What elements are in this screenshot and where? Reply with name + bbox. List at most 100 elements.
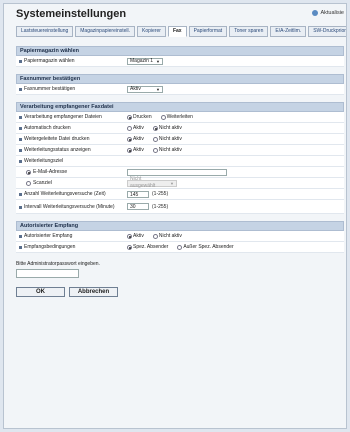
bullet-icon <box>19 115 22 119</box>
row-label: Weiterleitungsziel <box>24 158 64 164</box>
radio-active[interactable]: Aktiv <box>127 125 144 131</box>
radio-button[interactable] <box>152 125 158 131</box>
button-bar: OK Abbrechen <box>16 287 344 297</box>
row-label: Empfangsbedingungen <box>24 244 76 250</box>
bullet-icon <box>19 245 22 249</box>
tab-bw-priority[interactable]: SW-Druckpriorität <box>308 26 346 37</box>
row-authorized: Autorisierter Empfang Aktiv Nicht aktiv <box>16 231 344 242</box>
radio-button[interactable] <box>127 233 132 239</box>
radio-except-specified[interactable]: Außer Spez. Absender <box>177 244 234 250</box>
tab-toner-saving[interactable]: Toner sparen <box>229 26 269 37</box>
tab-copier[interactable]: Kopierer <box>137 26 166 37</box>
update-label: Aktualisie <box>320 10 344 16</box>
bullet-icon <box>19 148 22 152</box>
fax-confirm-select[interactable]: Aktiv ▼ <box>127 85 163 93</box>
range-hint: (1-255) <box>152 191 169 197</box>
tab-load-control[interactable]: Laststeuereinstellung <box>16 26 74 37</box>
bullet-icon <box>19 159 22 163</box>
radio-print[interactable]: Drucken <box>127 114 152 120</box>
chevron-down-icon: ▼ <box>156 58 160 64</box>
radio-email[interactable] <box>26 169 31 175</box>
retry-count-input[interactable]: 145 <box>127 190 149 198</box>
retry-interval-input[interactable]: 30 <box>127 203 149 210</box>
tab-paper-size[interactable]: Papierformat <box>188 26 228 37</box>
row-forward-status: Weiterleitungsstatus anzeigen Aktiv Nich… <box>16 145 344 156</box>
chevron-down-icon: ▼ <box>156 86 160 92</box>
bullet-icon <box>19 234 22 238</box>
scan-target-select[interactable]: Nicht ausgewählt ▼ <box>127 176 177 189</box>
radio-active[interactable]: Aktiv <box>127 136 144 142</box>
page-title: Systemeinstellungen <box>16 8 127 20</box>
row-processing: Verarbeitung empfangener Dateien Drucken… <box>16 112 344 123</box>
radio-button[interactable] <box>152 147 158 153</box>
tab-fax[interactable]: Fax <box>167 26 187 37</box>
radio-button[interactable] <box>127 125 132 131</box>
row-scan-target: Scanziel Nicht ausgewählt ▼ <box>16 176 344 189</box>
radio-button[interactable] <box>160 114 166 120</box>
row-paper-tray: Papiermagazin wählen Magazin 1 ▼ <box>16 56 344 67</box>
radio-button[interactable] <box>152 136 158 142</box>
bullet-icon <box>19 87 22 91</box>
cancel-button[interactable]: Abbrechen <box>69 287 118 297</box>
tab-bar: Laststeuereinstellung Magazinpapiereinst… <box>16 26 346 37</box>
radio-button[interactable] <box>127 114 132 120</box>
settings-content: Papiermagazin wählen Papiermagazin wähle… <box>16 39 344 297</box>
radio-active[interactable]: Aktiv <box>127 233 144 239</box>
row-retry-interval: Intervall Weiterleitungsversuche (Minute… <box>16 200 344 214</box>
row-retry-count: Anzahl Weiterleitungsversuche (Zeit) 145… <box>16 189 344 200</box>
row-label: Faxnummer bestätigen <box>24 86 76 92</box>
radio-button[interactable] <box>127 244 132 250</box>
radio-active[interactable]: Aktiv <box>127 147 144 153</box>
section-fax-confirm: Faxnummer bestätigen Faxnummer bestätige… <box>16 74 344 95</box>
row-conditions: Empfangsbedingungen Spez. Absender Außer… <box>16 242 344 253</box>
row-label: Weiterleitungsstatus anzeigen <box>24 147 91 153</box>
radio-button[interactable] <box>127 147 132 153</box>
bullet-icon <box>19 126 22 130</box>
radio-inactive[interactable]: Nicht aktiv <box>152 125 182 131</box>
section-heading: Papiermagazin wählen <box>16 46 344 56</box>
section-authorized-reception: Autorisierter Empfang Autorisierter Empf… <box>16 221 344 253</box>
section-paper-tray: Papiermagazin wählen Papiermagazin wähle… <box>16 46 344 67</box>
row-label: Scanziel <box>33 180 52 186</box>
settings-window: Systemeinstellungen Aktualisie Laststeue… <box>3 3 347 429</box>
row-auto-print: Automatisch drucken Aktiv Nicht aktiv <box>16 123 344 134</box>
radio-forward[interactable]: Weiterleiten <box>160 114 193 120</box>
bullet-icon <box>19 59 22 63</box>
refresh-icon <box>312 10 319 16</box>
row-forward-target: Weiterleitungsziel <box>16 156 344 167</box>
radio-button[interactable] <box>177 244 183 250</box>
row-label: Autorisierter Empfang <box>24 233 73 239</box>
tab-tray-paper[interactable]: Magazinpapiereinstell. <box>75 26 136 37</box>
bullet-icon <box>19 205 22 209</box>
paper-tray-select[interactable]: Magazin 1 ▼ <box>127 57 163 65</box>
section-heading: Autorisierter Empfang <box>16 221 344 231</box>
range-hint: (1-255) <box>152 203 169 210</box>
bullet-icon <box>19 137 22 141</box>
radio-specified-sender[interactable]: Spez. Absender <box>127 244 168 250</box>
row-label: Papiermagazin wählen <box>24 58 75 64</box>
row-label: Anzahl Weiterleitungsversuche (Zeit) <box>24 191 106 197</box>
section-heading: Faxnummer bestätigen <box>16 74 344 84</box>
update-link[interactable]: Aktualisie <box>312 10 344 16</box>
row-email-target: E-Mail-Adresse <box>16 167 344 178</box>
section-heading: Verarbeitung empfangener Faxdatei <box>16 102 344 112</box>
radio-button[interactable] <box>127 136 132 142</box>
radio-scan[interactable] <box>26 180 31 186</box>
tab-io-timeout[interactable]: E/A-Zeitlim. <box>270 26 307 37</box>
row-label: Weitergeleitete Datei drucken <box>24 136 90 142</box>
row-print-forwarded: Weitergeleitete Datei drucken Aktiv Nich… <box>16 134 344 145</box>
email-input[interactable] <box>127 168 227 176</box>
radio-inactive[interactable]: Nicht aktiv <box>152 147 182 153</box>
row-label: E-Mail-Adresse <box>33 169 68 175</box>
admin-password-note: Bitte Administratorpasswort eingeben. <box>16 261 100 267</box>
row-fax-confirm: Faxnummer bestätigen Aktiv ▼ <box>16 84 344 95</box>
chevron-down-icon: ▼ <box>170 180 174 186</box>
bullet-icon <box>19 192 22 196</box>
row-label: Intervall Weiterleitungsversuche (Minute… <box>24 203 115 210</box>
ok-button[interactable]: OK <box>16 287 65 297</box>
radio-button[interactable] <box>152 233 158 239</box>
row-label: Automatisch drucken <box>24 125 71 131</box>
radio-inactive[interactable]: Nicht aktiv <box>152 136 182 142</box>
radio-inactive[interactable]: Nicht aktiv <box>152 233 182 239</box>
admin-password-input[interactable] <box>16 269 79 278</box>
